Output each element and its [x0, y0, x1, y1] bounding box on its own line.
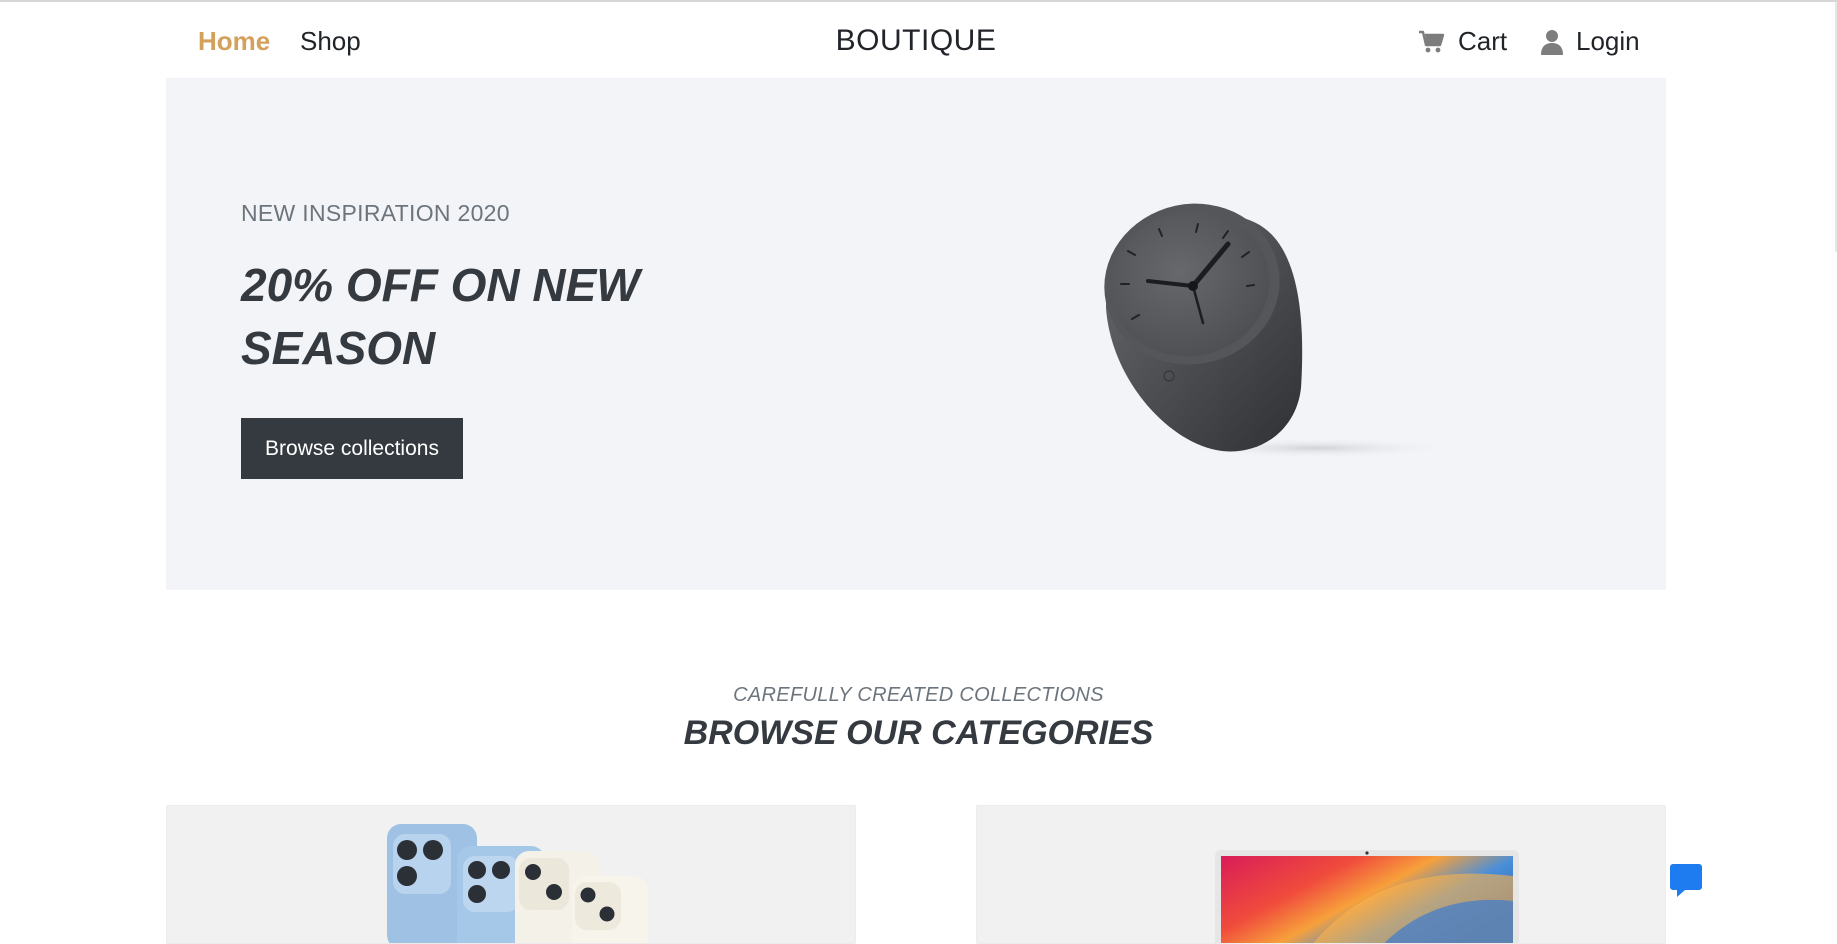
- category-card-laptops[interactable]: [976, 805, 1666, 944]
- nav-shop-link[interactable]: Shop: [300, 26, 361, 57]
- hero-title: 20% OFF ON NEW SEASON: [241, 259, 640, 374]
- brand-logo-text[interactable]: BOUTIQUE: [836, 24, 997, 57]
- iphones-image: [387, 824, 648, 943]
- categories-title: BROWSE OUR CATEGORIES: [683, 714, 1154, 752]
- categories-eyebrow: CAREFULLY CREATED COLLECTIONS: [733, 684, 1104, 706]
- browse-collections-button[interactable]: Browse collections: [241, 418, 463, 479]
- chat-bubble-icon[interactable]: [1667, 861, 1705, 899]
- hero-eyebrow: NEW INSPIRATION 2020: [241, 200, 510, 226]
- navbar: Home Shop BOUTIQUE Cart Login: [166, 2, 1666, 78]
- nav-login-label: Login: [1576, 26, 1640, 56]
- cart-icon: [1419, 30, 1445, 52]
- nav-home-link[interactable]: Home: [198, 26, 270, 57]
- desk-clock-image: [1104, 203, 1456, 458]
- nav-cart-link[interactable]: Cart: [1418, 26, 1507, 57]
- category-card-phones[interactable]: [166, 805, 856, 944]
- macbook-image: [1215, 850, 1519, 943]
- nav-login-link[interactable]: Login: [1538, 26, 1640, 57]
- user-icon: [1541, 29, 1563, 55]
- nav-cart-label: Cart: [1458, 26, 1508, 56]
- hero-banner: NEW INSPIRATION 2020 20% OFF ON NEW SEAS…: [166, 78, 1666, 590]
